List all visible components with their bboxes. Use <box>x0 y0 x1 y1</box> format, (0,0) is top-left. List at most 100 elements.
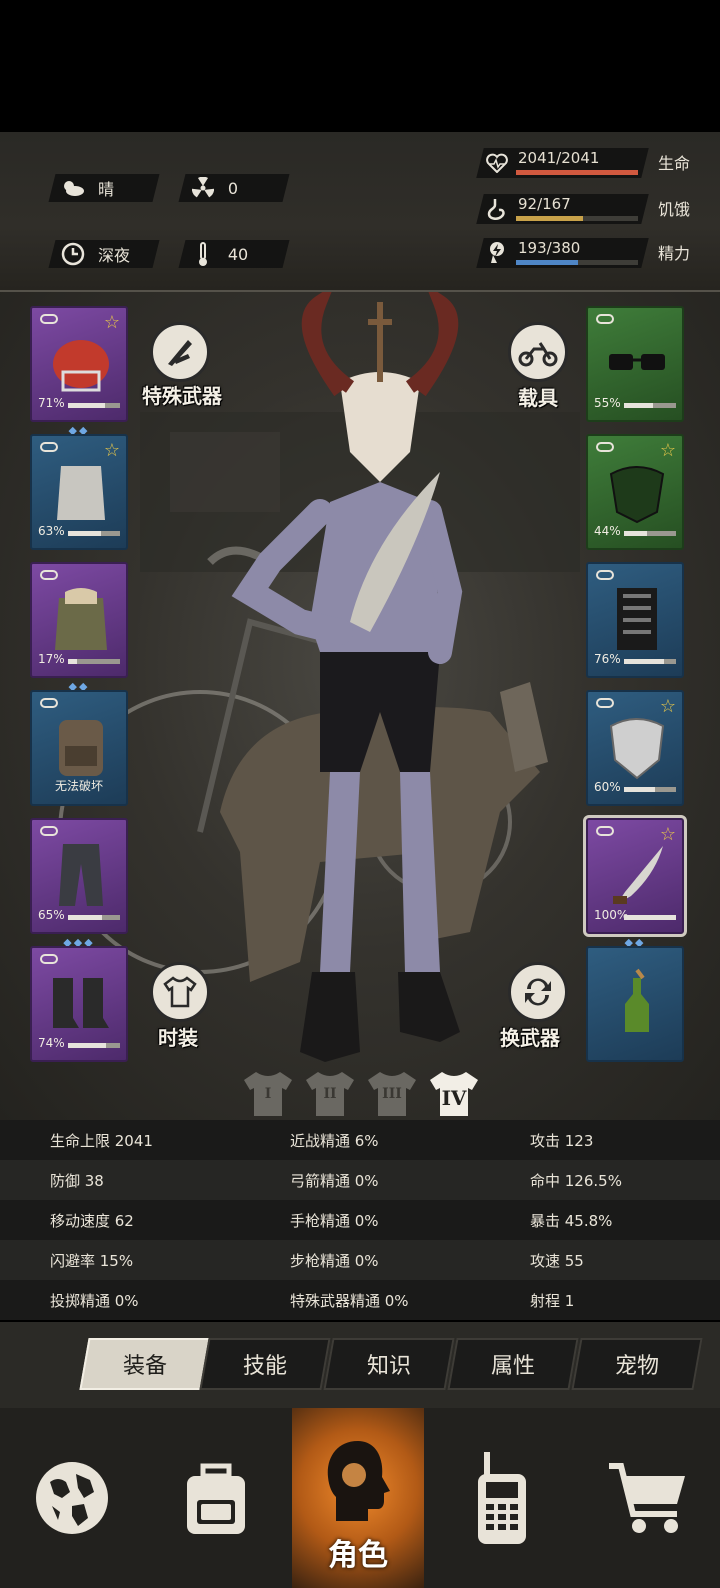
motorcycle-icon <box>518 342 558 367</box>
attribute-cell: 攻速 55 <box>530 1252 584 1270</box>
durability-bar <box>624 403 676 408</box>
nav-character-label: 角色 <box>328 1538 388 1573</box>
link-icon <box>40 826 58 836</box>
tab-equipment[interactable]: 装备 <box>79 1338 211 1390</box>
durability-bar <box>624 659 676 664</box>
heart-icon <box>484 150 510 176</box>
outfit-preset-3[interactable]: III <box>366 1070 418 1118</box>
weather-cloud-sun-icon <box>60 175 86 201</box>
backpack-icon <box>59 720 103 776</box>
outfit-numeral: II <box>323 1086 337 1102</box>
durability-percent: 71% <box>38 396 65 410</box>
link-icon <box>40 698 58 708</box>
durability-percent: 63% <box>38 524 65 538</box>
link-icon <box>596 442 614 452</box>
molotov-icon <box>625 968 649 1032</box>
nav-inventory[interactable] <box>144 1408 288 1588</box>
durability-bar <box>624 531 676 536</box>
tab-attributes[interactable]: 属性 <box>447 1338 579 1390</box>
equip-slot-boots[interactable]: 74% <box>30 946 128 1062</box>
outfit-preset-1[interactable]: I <box>242 1070 294 1118</box>
radiation-chip: 0 <box>178 174 290 202</box>
time-of-day-text: 深夜 <box>98 246 131 265</box>
tab-label: 技能 <box>242 1354 287 1379</box>
shopping-cart-icon <box>609 1463 685 1533</box>
stomach-icon <box>484 196 510 222</box>
vehicle-button[interactable] <box>508 322 568 382</box>
bottom-nav: 角色 <box>0 1408 720 1588</box>
unbreakable-label: 无法破坏 <box>54 779 103 793</box>
coat-icon <box>55 588 107 650</box>
link-icon <box>40 954 58 964</box>
attribute-cell: 闪避率 15% <box>50 1252 134 1270</box>
body-icon <box>57 466 105 520</box>
equip-slot-helmet[interactable]: ☆ 71% <box>30 306 128 422</box>
special-weapon-label: 特殊武器 <box>142 384 222 408</box>
equip-slot-vest[interactable]: 76% <box>586 562 684 678</box>
link-icon <box>596 314 614 324</box>
tab-pets[interactable]: 宠物 <box>571 1338 703 1390</box>
equip-slot-coat[interactable]: 17% <box>30 562 128 678</box>
equip-slot-molotov[interactable] <box>586 946 684 1062</box>
attribute-table: 生命上限 2041 近战精通 6% 攻击 123 防御 38 弓箭精通 0% 命中 126… <box>0 1120 720 1322</box>
shield-icon <box>609 718 665 780</box>
equip-slot-pants[interactable]: 65% <box>30 818 128 934</box>
nav-world-map[interactable] <box>0 1408 144 1588</box>
outfit-preset-2[interactable]: II <box>304 1070 356 1118</box>
tab-bar: 装备 技能 知识 属性 宠物 <box>0 1322 720 1408</box>
equip-slot-machete[interactable]: ☆ 100% <box>583 815 687 937</box>
energy-stat: 193/380 精力 <box>476 238 692 268</box>
equip-slot-mask[interactable]: ☆ 44% <box>586 434 684 550</box>
durability-bar <box>68 403 120 408</box>
durability-bar <box>68 1043 120 1048</box>
link-icon <box>40 314 58 324</box>
fashion-button[interactable] <box>150 962 210 1022</box>
walkie-talkie-icon <box>478 1452 526 1544</box>
tab-skills[interactable]: 技能 <box>199 1338 331 1390</box>
temperature-chip: 40 <box>178 240 290 268</box>
equip-slot-glasses[interactable]: 55% <box>586 306 684 422</box>
durability-bar <box>68 915 120 920</box>
attribute-cell: 弓箭精通 0% <box>290 1172 379 1190</box>
equip-slot-backpack[interactable]: 无法破坏 <box>30 690 128 806</box>
durability-percent: 60% <box>594 780 621 794</box>
attribute-row: 防御 38 弓箭精通 0% 命中 126.5% <box>0 1160 720 1200</box>
attribute-cell: 特殊武器精通 0% <box>290 1292 409 1310</box>
attribute-cell: 暴击 45.8% <box>530 1212 613 1230</box>
durability-percent: 74% <box>38 1036 65 1050</box>
swap-icon <box>525 978 551 1006</box>
attribute-row: 闪避率 15% 步枪精通 0% 攻速 55 <box>0 1240 720 1280</box>
equip-slot-shield[interactable]: ☆ 60% <box>586 690 684 806</box>
switch-weapon-button[interactable] <box>508 962 568 1022</box>
backpack-icon <box>187 1463 245 1534</box>
vehicle-label: 载具 <box>518 386 558 410</box>
special-weapon-button[interactable] <box>150 322 210 382</box>
durability-bar <box>624 787 676 792</box>
attribute-cell: 步枪精通 0% <box>290 1252 379 1270</box>
hunger-stat: 92/167 饥饿 <box>476 194 692 224</box>
nav-radio[interactable] <box>430 1408 574 1588</box>
energy-icon <box>484 240 510 266</box>
boots-icon <box>53 978 109 1028</box>
attribute-cell: 命中 126.5% <box>530 1172 622 1190</box>
equip-slot-body[interactable]: ☆ 63% <box>30 434 128 550</box>
nav-character[interactable]: 角色 <box>292 1408 424 1588</box>
energy-value: 193/380 <box>518 239 581 257</box>
durability-bar <box>68 531 120 536</box>
nav-shop[interactable] <box>576 1408 720 1588</box>
durability-percent: 17% <box>38 652 65 666</box>
outfit-preset-4[interactable]: IV <box>428 1070 480 1118</box>
hunger-value: 92/167 <box>518 195 571 213</box>
radiation-icon <box>190 175 216 201</box>
top-letterbox <box>0 0 720 132</box>
tab-knowledge[interactable]: 知识 <box>323 1338 455 1390</box>
attribute-cell: 防御 38 <box>50 1172 104 1190</box>
outfit-numeral: I <box>264 1086 272 1102</box>
thermometer-icon <box>190 241 216 267</box>
link-icon <box>596 570 614 580</box>
tab-label: 装备 <box>122 1354 167 1379</box>
fashion-label: 时装 <box>158 1026 198 1050</box>
tab-label: 宠物 <box>614 1354 659 1379</box>
health-stat: 2041/2041 生命 <box>476 148 692 178</box>
tshirt-icon <box>163 976 197 1008</box>
